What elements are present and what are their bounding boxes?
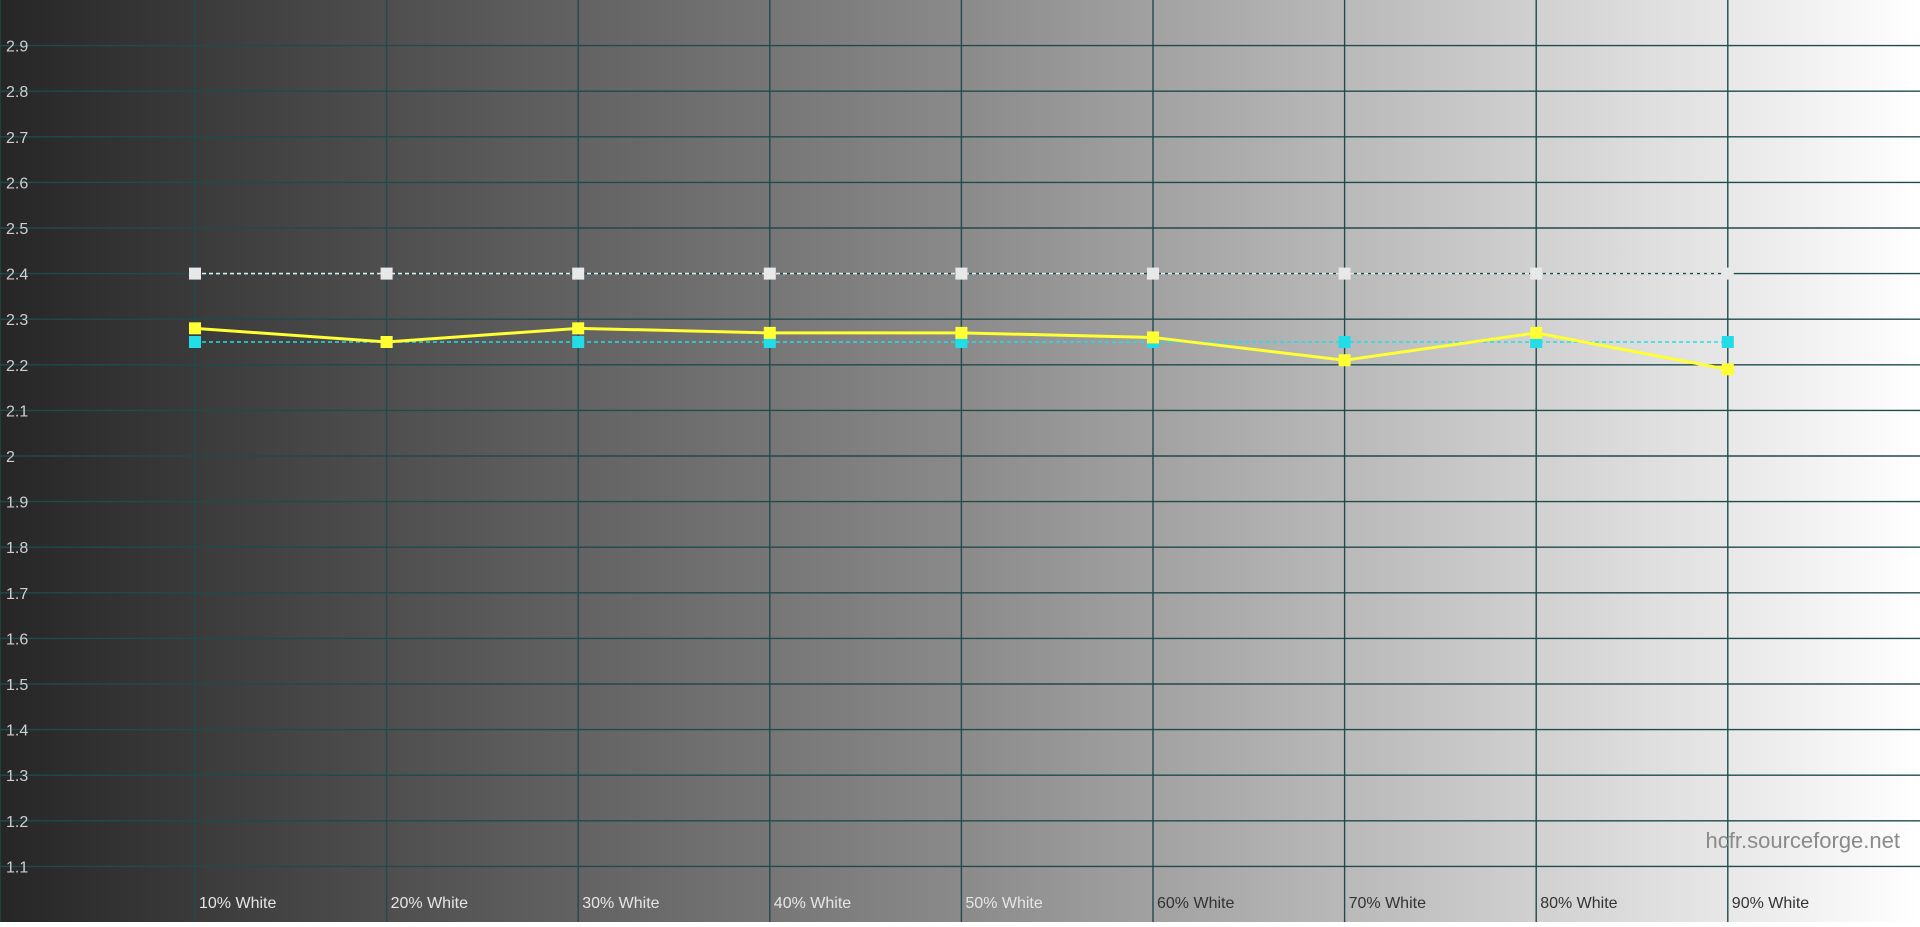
series-point-2 <box>189 267 201 280</box>
series-point-0 <box>1721 363 1734 376</box>
series-point-0 <box>1338 354 1351 367</box>
x-tick-label: 60% White <box>1157 895 1234 912</box>
gamma-chart: 1.1 1.2 1.3 1.4 1.5 1.6 1.7 1.8 1.9 2 2.1 2.2 2.3 2.4… <box>0 0 1920 922</box>
chart-svg: 1.1 1.2 1.3 1.4 1.5 1.6 1.7 1.8 1.9 2 2.1 2.2 2.3 2.4… <box>0 0 1920 922</box>
series-point-2 <box>763 267 776 280</box>
series-point-0 <box>1530 326 1543 339</box>
x-tick-label: 80% White <box>1540 895 1617 912</box>
y-tick-label: 2.1 <box>6 403 28 420</box>
x-tick-label: 90% White <box>1732 895 1809 912</box>
plot-background <box>0 0 1920 922</box>
x-tick-labels: 10% White 20% White 30% White 40% White 50% … <box>199 895 1809 912</box>
y-tick-label: 1.9 <box>6 495 28 512</box>
series-point-2 <box>1338 267 1351 280</box>
y-tick-label: 2.4 <box>6 267 28 284</box>
y-tick-label: 2.5 <box>6 221 28 238</box>
y-tick-label: 1.4 <box>6 723 28 740</box>
series-point-2 <box>955 267 968 280</box>
series-point-1 <box>189 336 201 348</box>
series-point-2 <box>1530 267 1543 280</box>
series-point-1 <box>1721 336 1734 348</box>
x-tick-label: 10% White <box>199 895 276 912</box>
x-tick-label: 50% White <box>965 895 1042 912</box>
y-tick-label: 1.2 <box>6 814 28 831</box>
y-tick-label: 1.7 <box>6 586 28 603</box>
y-tick-label: 1.1 <box>6 859 28 876</box>
y-tick-label: 1.3 <box>6 768 28 785</box>
series-point-2 <box>380 267 393 280</box>
x-tick-label: 20% White <box>391 895 468 912</box>
series-point-1 <box>572 336 585 348</box>
y-tick-label: 2.3 <box>6 312 28 329</box>
series-point-2 <box>1147 267 1159 280</box>
series-point-2 <box>572 267 585 280</box>
series-point-0 <box>572 322 585 335</box>
y-tick-label: 2 <box>6 449 15 466</box>
series-point-0 <box>1147 331 1159 344</box>
series-point-0 <box>380 336 393 348</box>
series-point-0 <box>955 326 968 339</box>
y-tick-label: 2.7 <box>6 130 28 147</box>
watermark: hcfr.sourceforge.net <box>1706 828 1900 853</box>
x-tick-label: 40% White <box>774 895 851 912</box>
y-tick-label: 2.8 <box>6 84 28 101</box>
series-point-2 <box>1721 267 1734 280</box>
y-tick-label: 1.8 <box>6 540 28 557</box>
y-tick-label: 1.5 <box>6 677 28 694</box>
series-point-0 <box>763 326 776 339</box>
y-tick-label: 2.6 <box>6 175 28 192</box>
series-point-0 <box>189 322 201 335</box>
y-tick-label: 2.9 <box>6 39 28 56</box>
x-tick-label: 30% White <box>582 895 659 912</box>
y-tick-label: 1.6 <box>6 631 28 648</box>
y-tick-label: 2.2 <box>6 358 28 375</box>
x-tick-label: 70% White <box>1349 895 1426 912</box>
series-point-1 <box>1338 336 1351 348</box>
